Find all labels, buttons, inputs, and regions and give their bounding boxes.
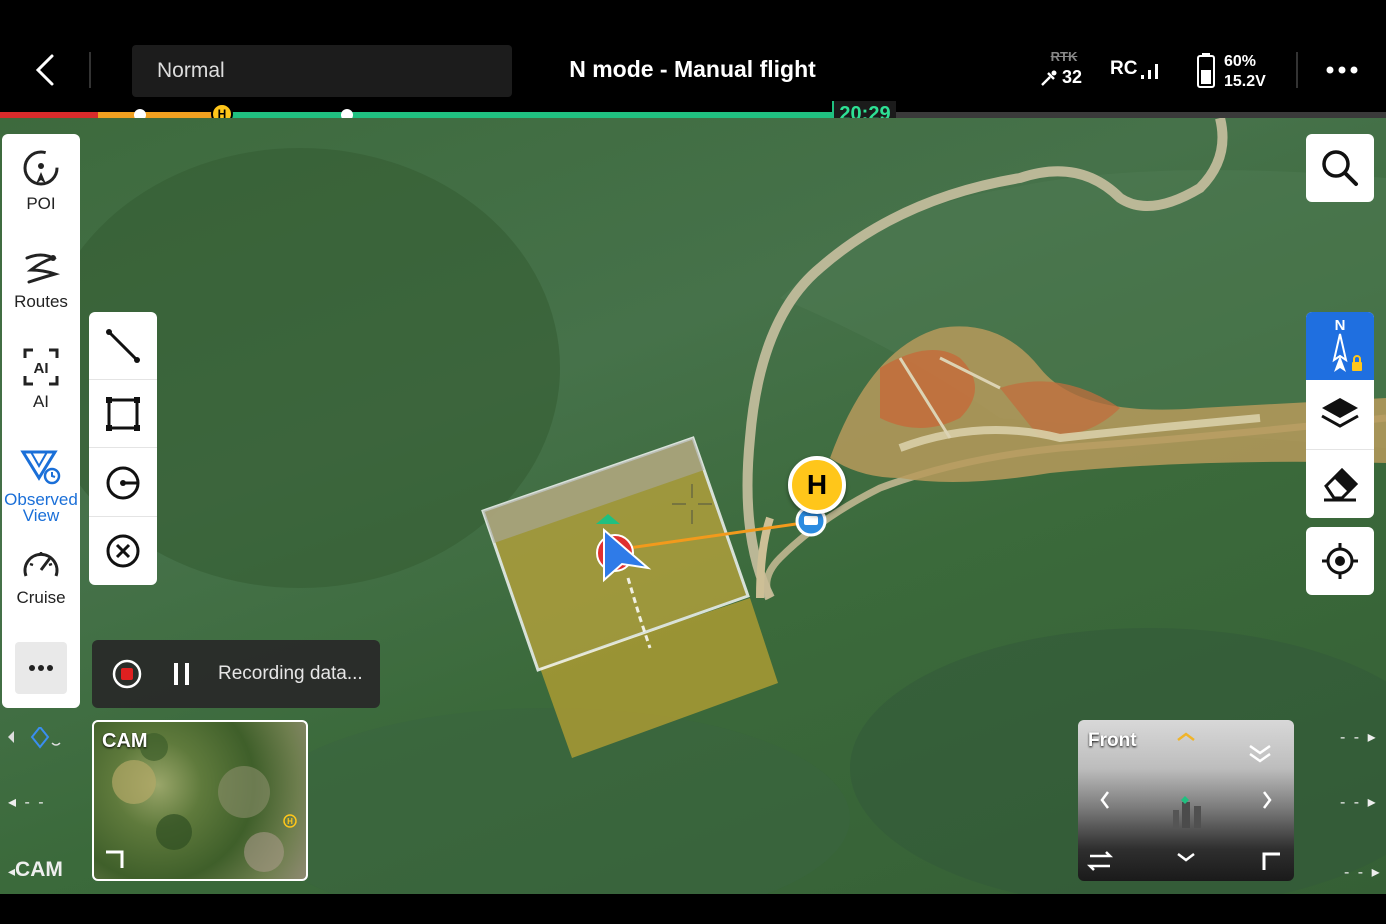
chevron-left-icon: ◂ [8,794,19,811]
north-lock-button[interactable]: N [1306,312,1374,380]
tool-cruise[interactable]: Cruise [2,544,80,608]
double-chevron-down-icon [1249,744,1271,763]
bottom-bezel [0,894,1386,924]
cam-switch-indicator[interactable]: ◂CAM [8,858,63,882]
stop-recording-button[interactable] [112,659,142,689]
chevron-left-icon: ◂ [8,863,16,879]
front-obstacle-view[interactable]: Front [1078,720,1294,881]
observed-view-icon [20,450,61,485]
clear-trail-button[interactable] [1306,450,1374,518]
camera-thumbnail[interactable]: H CAM [92,720,308,881]
cruise-icon [23,552,59,577]
right-distance-value: - - [1340,729,1362,746]
chevron-right-icon: ▸ [1367,729,1378,746]
rtk-status[interactable]: RTK 32 [1040,49,1088,88]
more-horizontal-icon [1326,66,1358,74]
compass-north-label: N [1335,317,1346,334]
layers-icon [1321,398,1359,428]
cam-switch-label: CAM [15,858,63,881]
clear-drawing-button[interactable] [89,517,157,585]
top-bar: Normal N mode - Manual flight RTK 32 RC … [0,0,1386,112]
chevron-down-icon [1177,853,1195,862]
chevron-up-icon [1177,732,1195,741]
eraser-icon [1324,467,1359,502]
ai-icon: AI [23,348,59,386]
camera-label: CAM [102,730,148,752]
ai-icon-glyph: AI [34,360,49,377]
battery-voltage: 15.2V [1224,73,1266,90]
chevron-right-icon: ▸ [1371,864,1382,881]
line-icon [106,329,140,363]
flight-mode-title: N mode - Manual flight [569,56,816,82]
home-point-marker[interactable]: H [788,456,846,514]
draw-rectangle-button[interactable] [89,380,157,448]
chevron-right-icon [1263,791,1272,809]
draw-line-button[interactable] [89,312,157,380]
tool-routes-label: Routes [14,292,68,311]
mode-selector[interactable]: Normal [132,45,512,97]
divider [89,52,91,88]
rc-label: RC [1110,58,1138,79]
expand-corner-icon [1262,852,1280,870]
satellite-count: 32 [1062,67,1083,87]
battery-status[interactable]: 60% 15.2V [1196,52,1266,92]
rc-signal[interactable]: RC [1110,58,1161,80]
chevron-left-icon [35,54,54,86]
tool-ai[interactable]: AI AI [2,346,80,412]
chevron-left-icon [1100,791,1109,809]
compass-north-lock-icon: N [1332,317,1362,372]
left-distance-value: - - [24,794,46,811]
battery-percent: 60% [1224,53,1257,70]
rtk-label: RTK [1050,49,1078,64]
search-icon [1322,150,1358,186]
satellite-icon [1041,70,1057,86]
more-horizontal-icon [29,665,53,671]
expand-corner-icon [106,850,124,868]
polygon-icon [106,466,140,500]
poi-icon [23,150,59,186]
more-tools-button[interactable] [15,642,67,694]
locate-aircraft-button[interactable] [1306,527,1374,595]
side-view-indicator [8,727,61,749]
right-distance-indicator-bottom: - - ▸ [1344,862,1382,882]
camera-home-marker: H [287,817,293,826]
right-distance-value: - - [1344,864,1366,881]
tool-poi-label: POI [26,194,56,213]
right-distance-indicator-mid: - - ▸ [1340,792,1378,812]
divider [1296,52,1298,88]
chevron-right-icon: ▸ [1367,794,1378,811]
draw-toolbar [89,312,157,585]
pause-recording-button[interactable] [172,662,192,686]
battery-icon [1197,53,1215,88]
more-options-button[interactable] [1322,56,1362,84]
left-tool-panel: POI Routes AI AI Observed View Cruise [2,134,80,708]
tool-ai-label: AI [32,392,50,411]
right-distance-value: - - [1340,794,1362,811]
close-icon [106,534,140,568]
tool-observed-view-label: Observed View [4,490,78,525]
tool-cruise-label: Cruise [16,588,66,607]
tool-poi[interactable]: POI [2,148,80,214]
tool-observed-view[interactable]: Observed View [2,446,80,524]
map-controls: N [1306,312,1374,518]
draw-circle-button[interactable] [89,449,157,517]
recording-panel: Recording data... [92,640,380,708]
map-layers-button[interactable] [1306,382,1374,450]
rectangle-icon [106,397,140,431]
back-button[interactable] [28,52,64,88]
map-search-button[interactable] [1306,134,1374,202]
locate-icon [1322,543,1358,579]
right-distance-indicator-top: - - ▸ [1340,727,1378,747]
tool-routes[interactable]: Routes [2,248,80,312]
recording-status: Recording data... [218,663,363,684]
swap-icon [1086,851,1114,871]
signal-bars-icon [1141,64,1159,79]
record-stop-icon [112,659,142,689]
left-distance-indicator: ◂ - - [8,792,46,812]
front-view-label: Front [1088,730,1137,751]
routes-icon [25,253,61,284]
pause-icon [174,663,189,685]
